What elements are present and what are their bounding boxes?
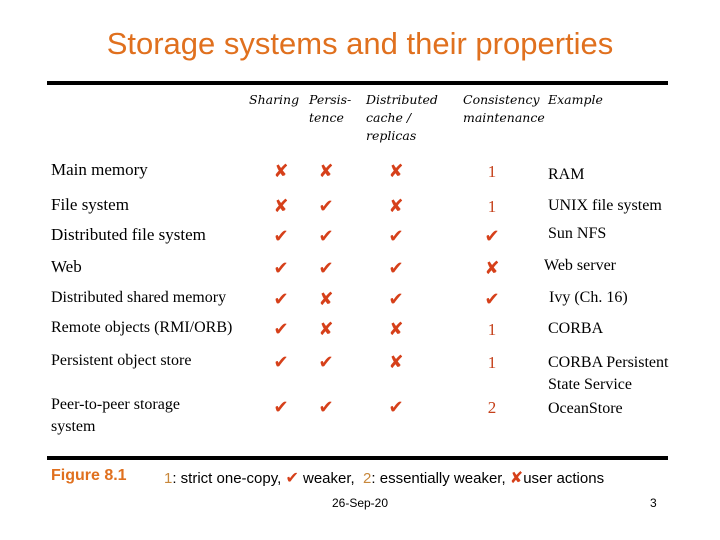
check-icon: ✔ xyxy=(273,352,289,373)
legend-cross-text: user actions xyxy=(523,470,605,487)
cross-icon: ✘ xyxy=(484,258,500,279)
page-number: 3 xyxy=(650,496,657,510)
cross-icon: ✘ xyxy=(388,196,404,217)
check-icon: ✔ xyxy=(484,289,500,310)
consistency-level: 1 xyxy=(487,320,497,339)
slide-title: Storage systems and their properties xyxy=(106,26,614,61)
consistency-level: 1 xyxy=(487,162,497,181)
consistency-level: 1 xyxy=(487,353,497,372)
row-label: Persistent object store xyxy=(51,352,192,369)
check-icon: ✔ xyxy=(273,226,289,247)
row-label: Web xyxy=(51,257,82,276)
bottom-divider xyxy=(47,456,668,460)
check-icon: ✔ xyxy=(388,226,404,247)
top-divider xyxy=(47,81,668,85)
row-example: Ivy (Ch. 16) xyxy=(549,289,628,306)
column-header-distributed-cache: Distributed cache / replicas xyxy=(366,92,438,143)
legend-two-text: : essentially weaker, xyxy=(371,470,510,487)
cross-icon: ✘ xyxy=(318,319,334,340)
cross-icon: ✘ xyxy=(388,161,404,182)
cross-icon: ✘ xyxy=(318,289,334,310)
row-example: OceanStore xyxy=(548,400,623,417)
check-icon: ✔ xyxy=(273,258,289,279)
check-icon: ✔ xyxy=(388,258,404,279)
slide-date: 26-Sep-20 xyxy=(331,496,389,510)
cross-icon: ✘ xyxy=(273,196,289,217)
column-header-sharing: Sharing xyxy=(249,92,300,107)
check-icon: ✔ xyxy=(388,289,404,310)
row-example: CORBA Persistent State Service xyxy=(548,354,669,393)
row-example: RAM xyxy=(548,166,585,183)
cross-icon: ✘ xyxy=(509,468,524,487)
column-header-example: Example xyxy=(548,92,603,107)
check-icon: ✔ xyxy=(388,397,404,418)
figure-label: Figure 8.1 xyxy=(51,467,127,484)
check-icon: ✔ xyxy=(318,397,334,418)
cross-icon: ✘ xyxy=(388,319,404,340)
check-icon: ✔ xyxy=(273,289,289,310)
check-icon: ✔ xyxy=(484,226,500,247)
consistency-level: 2 xyxy=(487,398,497,417)
row-example: UNIX file system xyxy=(548,197,662,214)
legend-check-text: weaker, xyxy=(298,470,364,487)
row-example: Web server xyxy=(544,257,617,274)
row-example: CORBA xyxy=(548,320,604,337)
check-icon: ✔ xyxy=(273,397,289,418)
cross-icon: ✘ xyxy=(318,161,334,182)
check-icon: ✔ xyxy=(285,468,299,487)
check-icon: ✔ xyxy=(318,226,334,247)
cross-icon: ✘ xyxy=(273,161,289,182)
check-icon: ✔ xyxy=(273,319,289,340)
column-header-consistency: Consistency maintenance xyxy=(463,92,545,125)
check-icon: ✔ xyxy=(318,352,334,373)
row-label: Distributed shared memory xyxy=(51,289,227,306)
cross-icon: ✘ xyxy=(388,352,404,373)
check-icon: ✔ xyxy=(318,258,334,279)
column-header-persistence: Persis- tence xyxy=(309,92,352,125)
row-example: Sun NFS xyxy=(548,225,607,242)
row-label: File system xyxy=(51,195,129,214)
consistency-level: 1 xyxy=(487,197,497,216)
legend-one-text: : strict one-copy, xyxy=(172,470,286,487)
row-label: Remote objects (RMI/ORB) xyxy=(51,319,233,336)
row-label: Main memory xyxy=(51,160,148,179)
check-icon: ✔ xyxy=(318,196,334,217)
row-label: Peer-to-peer storage system xyxy=(51,396,180,435)
row-label: Distributed file system xyxy=(51,225,206,244)
legend: 1: strict one-copy, ✔ weaker, 2: essenti… xyxy=(164,468,604,487)
